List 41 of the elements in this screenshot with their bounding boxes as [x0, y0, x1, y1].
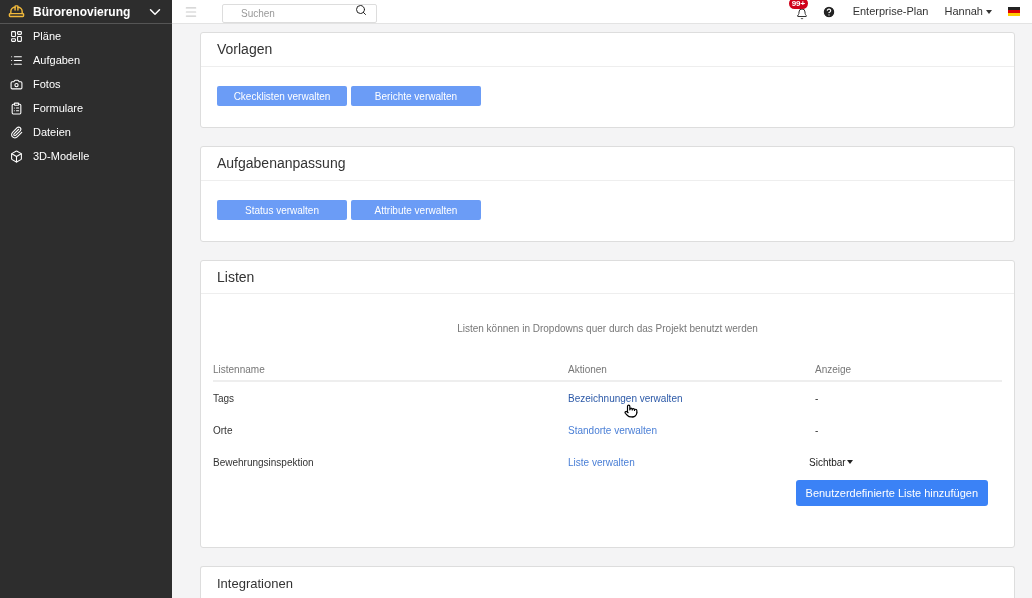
list-description: Listen können in Dropdowns quer durch das Projekt benutzt werden	[456, 322, 759, 336]
table-cell-text: -	[815, 391, 819, 406]
list-icon	[10, 53, 23, 67]
column-header: Listenname	[213, 363, 266, 377]
clipboard-icon	[10, 101, 23, 115]
camera-icon	[10, 77, 23, 91]
section-title: Vorlagen	[217, 40, 273, 59]
section-title: Aufgabenanpassung	[217, 154, 346, 173]
table-cell-text: -	[815, 423, 819, 438]
sidebar-item[interactable]: 3D-Modelle	[0, 144, 172, 168]
table-link[interactable]: Bezeichnungen verwalten	[568, 392, 683, 404]
sidebar-item[interactable]: Pläne	[0, 24, 172, 48]
table-link[interactable]: Standorte verwalten	[568, 424, 657, 436]
hand-cursor-icon	[624, 403, 638, 418]
section-title: Listen	[217, 267, 255, 287]
sidebar-item[interactable]: Dateien	[0, 120, 172, 144]
sidebar-item[interactable]: Aufgaben	[0, 48, 172, 72]
sidebar-item[interactable]: Formulare	[0, 96, 172, 120]
column-header: Aktionen	[568, 363, 608, 377]
section-title: Integrationen	[217, 576, 293, 591]
help-icon[interactable]	[821, 4, 836, 19]
column-header: Anzeige	[815, 363, 852, 377]
paperclip-icon	[10, 125, 23, 139]
table-cell-text: Bewehrungsinspektion	[213, 455, 315, 470]
search-icon[interactable]	[355, 3, 367, 16]
sidebar-item[interactable]: Fotos	[0, 72, 172, 96]
plan-link[interactable]: Enterprise-Plan	[852, 3, 929, 20]
user-menu[interactable]: Hannah	[944, 3, 992, 20]
floor-plan-icon	[10, 29, 23, 43]
german-flag-icon[interactable]	[1008, 7, 1020, 16]
table-cell-text: Orte	[213, 423, 234, 438]
table-link[interactable]: Liste verwalten	[568, 456, 635, 468]
bell-icon[interactable]	[795, 7, 808, 20]
project-name: Bürorenovierung	[33, 3, 132, 21]
helmet-icon	[8, 3, 25, 20]
notification-badge: 99+	[788, 0, 809, 9]
cube-icon	[10, 149, 23, 163]
visibility-dropdown[interactable]: Sichtbar	[809, 454, 853, 470]
table-cell-text: Tags	[213, 391, 236, 406]
add-list-button[interactable]: Benutzerdefinierte Liste hinzufügen	[795, 480, 988, 506]
search-field[interactable]: Suchen	[222, 3, 377, 23]
